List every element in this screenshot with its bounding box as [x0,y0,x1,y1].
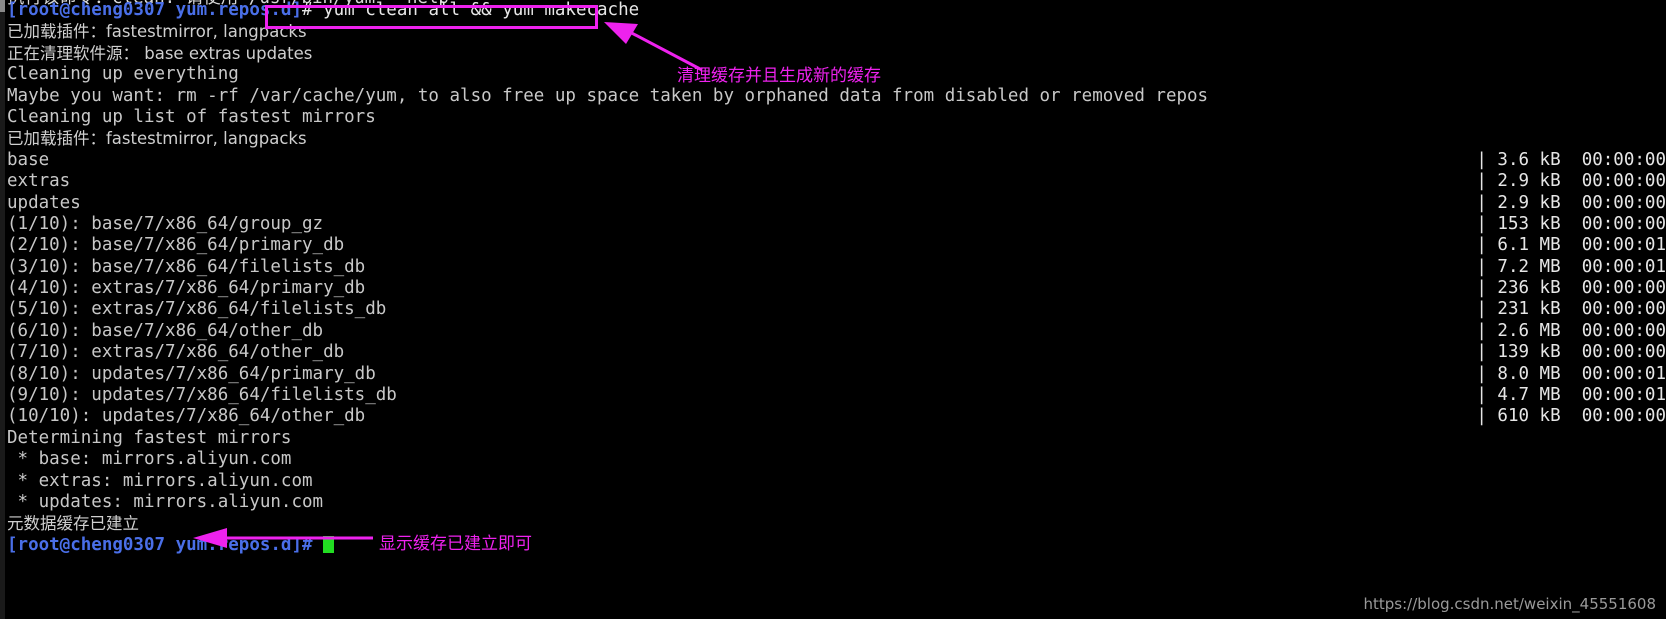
terminal-line: (1/10): base/7/x86_64/group_gz | 153 kB 0… [7,214,1666,235]
repo-name: (6/10): base/7/x86_64/other_db [7,320,324,341]
terminal-line: 已加载插件：fastestmirror, langpacks [7,21,1666,42]
repo-size-time: | 610 kB 00:00:00 [1476,406,1666,427]
terminal-line: (8/10): updates/7/x86_64/primary_db | 8.0… [7,364,1666,385]
terminal-line: * updates: mirrors.aliyun.com [7,492,1666,513]
output-text: Cleaning up list of fastest mirrors [7,106,376,127]
repo-size-time: | 6.1 MB 00:00:01 [1476,235,1666,256]
scrollbar-thumb[interactable] [0,0,5,12]
output-text: 元数据缓存已建立 [7,514,139,534]
terminal-line: (2/10): base/7/x86_64/primary_db | 6.1 MB… [7,235,1666,256]
terminal-line: (3/10): base/7/x86_64/filelists_db | 7.2 … [7,257,1666,278]
terminal-line: (10/10): updates/7/x86_64/other_db | 610 … [7,406,1666,427]
terminal-window[interactable]: 执行该命令：clean. 请使用 /usr/bin/yum --help [ro… [0,0,1666,619]
shell-command: # yum clean all && yum makecache [302,0,640,20]
terminal-line: (4/10): extras/7/x86_64/primary_db | 236 … [7,278,1666,299]
block-cursor-icon [323,535,335,553]
output-text: Cleaning up everything [7,64,239,85]
repo-name: updates [7,192,81,213]
repo-size-time: | 2.9 kB 00:00:00 [1476,192,1666,213]
output-text: 正在清理软件源： base extras updates [7,43,313,63]
repo-size-time: | 2.9 kB 00:00:00 [1476,171,1666,192]
terminal-line: Cleaning up list of fastest mirrors [7,107,1666,128]
terminal-line: Maybe you want: rm -rf /var/cache/yum, t… [7,86,1666,107]
terminal-line: base | 3.6 kB 00:00:00 [7,150,1666,171]
terminal-line: updates | 2.9 kB 00:00:00 [7,193,1666,214]
repo-size-time: | 2.6 MB 00:00:00 [1476,320,1666,341]
repo-name: (1/10): base/7/x86_64/group_gz [7,213,324,234]
repo-name: (3/10): base/7/x86_64/filelists_db [7,256,366,277]
terminal-line: Determining fastest mirrors [7,428,1666,449]
watermark: https://blog.csdn.net/weixin_45551608 [1363,595,1656,613]
terminal-line: 元数据缓存已建立 [7,513,1666,534]
terminal-line: extras | 2.9 kB 00:00:00 [7,171,1666,192]
terminal-line: [root@cheng0307 yum.repos.d]# yum clean … [7,0,1666,21]
terminal-line: (6/10): base/7/x86_64/other_db | 2.6 MB 0… [7,321,1666,342]
repo-size-time: | 236 kB 00:00:00 [1476,278,1666,299]
terminal-line: * base: mirrors.aliyun.com [7,449,1666,470]
terminal-line: [root@cheng0307 yum.repos.d]# [7,535,1666,556]
shell-prompt: [root@cheng0307 yum.repos.d] [7,0,303,20]
repo-size-time: | 139 kB 00:00:00 [1476,342,1666,363]
terminal-line: (7/10): extras/7/x86_64/other_db | 139 kB… [7,342,1666,363]
annotation-cache-refresh: 清理缓存并且生成新的缓存 [677,66,881,86]
terminal-line: (9/10): updates/7/x86_64/filelists_db | 4… [7,385,1666,406]
output-text: * extras: mirrors.aliyun.com [7,470,313,491]
output-text: * base: mirrors.aliyun.com [7,449,292,470]
annotation-cache-built: 显示缓存已建立即可 [379,534,532,554]
shell-prompt: [root@cheng0307 yum.repos.d]# [7,534,313,555]
terminal-line: (5/10): extras/7/x86_64/filelists_db | 23… [7,299,1666,320]
terminal-line: 已加载插件：fastestmirror, langpacks [7,128,1666,149]
repo-name: base [7,149,50,170]
repo-name: (9/10): updates/7/x86_64/filelists_db [7,385,397,406]
output-text: Maybe you want: rm -rf /var/cache/yum, t… [7,85,1209,106]
repo-name: (7/10): extras/7/x86_64/other_db [7,342,345,363]
repo-name: (4/10): extras/7/x86_64/primary_db [7,278,366,299]
output-text: 已加载插件：fastestmirror, langpacks [7,129,307,149]
repo-name: extras [7,171,71,192]
scrollbar[interactable] [0,0,5,619]
output-text: Determining fastest mirrors [7,427,292,448]
prompt-spacer [313,535,324,555]
output-text: 已加载插件：fastestmirror, langpacks [7,22,307,42]
terminal-line: * extras: mirrors.aliyun.com [7,471,1666,492]
repo-size-time: | 153 kB 00:00:00 [1476,213,1666,234]
output-text: * updates: mirrors.aliyun.com [7,491,324,512]
repo-size-time: | 231 kB 00:00:00 [1476,299,1666,320]
repo-size-time: | 4.7 MB 00:00:01 [1476,385,1666,406]
repo-size-time: | 8.0 MB 00:00:01 [1476,363,1666,384]
repo-name: (10/10): updates/7/x86_64/other_db [7,406,366,427]
repo-size-time: | 7.2 MB 00:00:01 [1476,256,1666,277]
repo-name: (8/10): updates/7/x86_64/primary_db [7,363,376,384]
repo-size-time: | 3.6 kB 00:00:00 [1476,149,1666,170]
repo-name: (5/10): extras/7/x86_64/filelists_db [7,299,387,320]
repo-name: (2/10): base/7/x86_64/primary_db [7,235,345,256]
